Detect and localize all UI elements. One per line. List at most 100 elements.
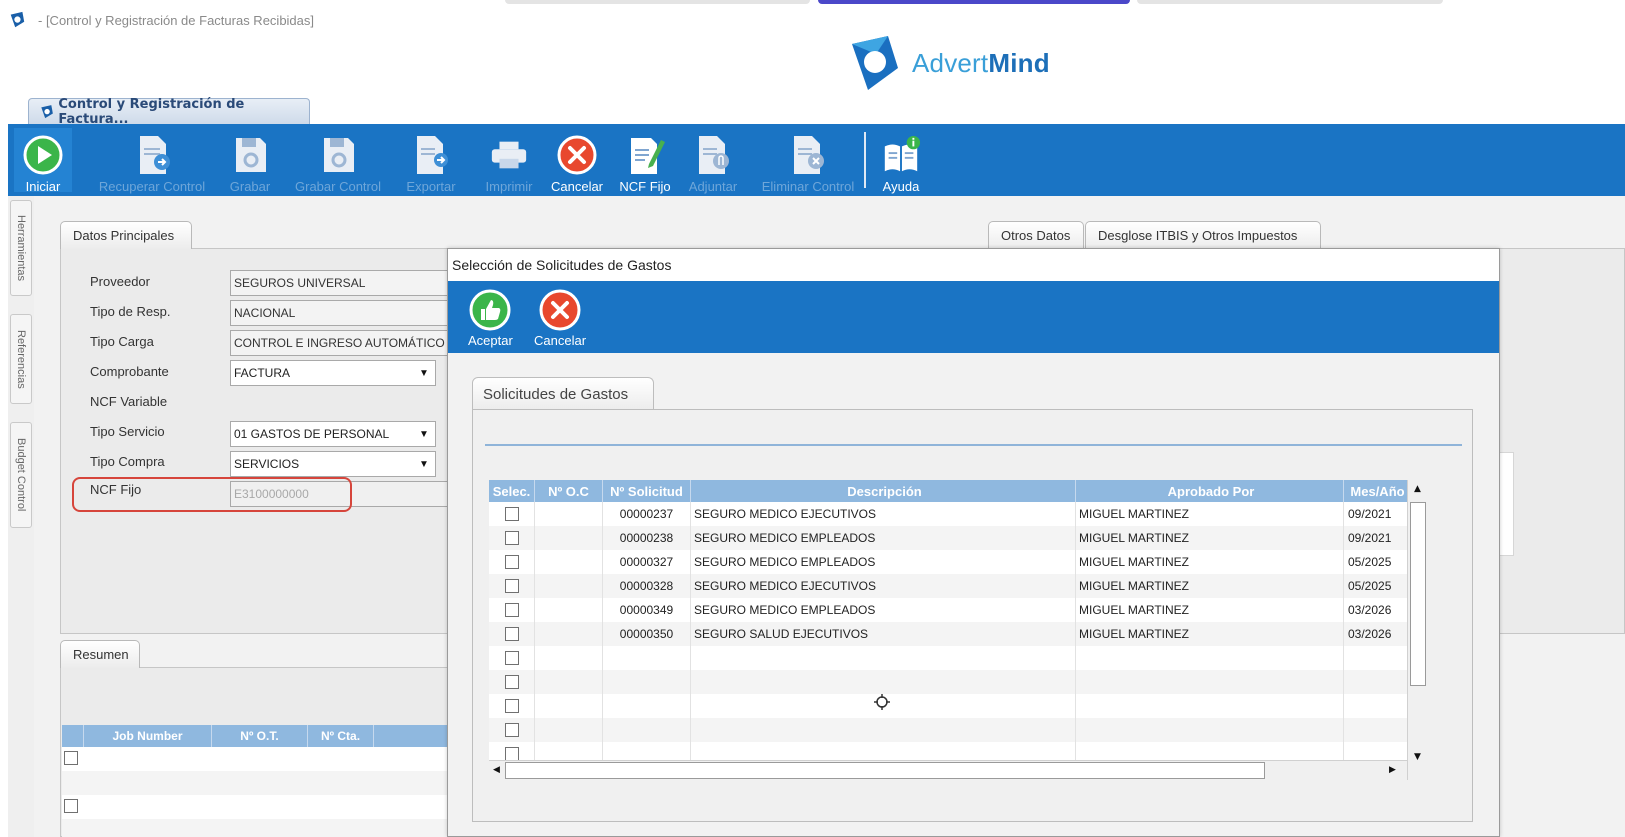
recuperar-control-button[interactable]: Recuperar Control — [92, 128, 212, 194]
browser-tab[interactable] — [1137, 0, 1443, 4]
grid-vertical-scrollbar[interactable]: ▲ ▼ — [1407, 480, 1429, 780]
dialog-title: Selección de Solicitudes de Gastos — [452, 257, 672, 273]
tab-datos-principales[interactable]: Datos Principales — [60, 221, 192, 249]
row-checkbox[interactable] — [504, 627, 519, 641]
chevron-down-icon: ▼ — [419, 367, 429, 379]
tab-desglose-itbis-label: Desglose ITBIS y Otros Impuestos — [1098, 228, 1298, 243]
table-row[interactable]: 00000349 SEGURO MEDICO EMPLEADOS MIGUEL … — [489, 598, 1429, 622]
row-checkbox[interactable] — [504, 531, 519, 545]
comprobante-select[interactable]: FACTURA ▼ — [230, 360, 436, 386]
row-checkbox[interactable] — [504, 699, 519, 713]
side-tab-referencias[interactable]: Referencias — [10, 314, 32, 404]
row-checkbox[interactable] — [64, 799, 78, 813]
scroll-left-icon[interactable]: ◀ — [493, 765, 500, 775]
table-row[interactable]: 00000350 SEGURO SALUD EJECUTIVOS MIGUEL … — [489, 622, 1429, 646]
exportar-button[interactable]: Exportar — [396, 128, 466, 194]
iniciar-label: Iniciar — [25, 179, 61, 194]
browser-tab[interactable] — [505, 0, 810, 4]
cell-solicitud: 00000328 — [603, 574, 691, 598]
row-checkbox[interactable] — [504, 579, 519, 593]
table-row[interactable]: 00000328 SEGURO MEDICO EJECUTIVOS MIGUEL… — [489, 574, 1429, 598]
cell-mes-ano: 03/2026 — [1344, 622, 1408, 646]
ayuda-label: Ayuda — [882, 179, 920, 194]
window-tab[interactable]: Control y Registración de Factura... — [28, 97, 310, 127]
tab-otros-datos[interactable]: Otros Datos — [988, 221, 1084, 249]
cell-oc — [535, 550, 603, 574]
comprobante-label: Comprobante — [90, 364, 169, 379]
cancelar-button[interactable]: Cancelar — [546, 128, 608, 194]
table-row-empty[interactable] — [489, 694, 1429, 718]
chevron-down-icon: ▼ — [419, 428, 429, 440]
ayuda-button[interactable]: Ayuda — [872, 128, 930, 194]
scroll-up-icon[interactable]: ▲ — [1414, 484, 1421, 494]
col-selec[interactable]: Selec. — [489, 480, 535, 502]
imprimir-button[interactable]: Imprimir — [476, 128, 542, 194]
col-descripcion[interactable]: Descripción — [691, 480, 1076, 502]
row-checkbox[interactable] — [504, 603, 519, 617]
tipo-carga-field[interactable]: CONTROL E INGRESO AUTOMÁTICO — [230, 330, 450, 356]
row-checkbox[interactable] — [504, 507, 519, 521]
tipo-compra-select[interactable]: SERVICIOS ▼ — [230, 451, 436, 477]
iniciar-button[interactable]: Iniciar — [14, 128, 72, 194]
dialog-cancelar-button[interactable]: Cancelar — [534, 289, 586, 348]
tab-resumen-label: Resumen — [73, 647, 129, 662]
delete-document-icon — [794, 136, 824, 174]
adjuntar-button[interactable]: Adjuntar — [680, 128, 746, 194]
proveedor-field[interactable]: SEGUROS UNIVERSAL — [230, 270, 450, 296]
col-no-oc[interactable]: Nº O.C — [535, 480, 603, 502]
aceptar-button[interactable]: Aceptar — [468, 289, 513, 348]
table-row-empty[interactable] — [489, 718, 1429, 742]
row-checkbox[interactable] — [64, 751, 78, 765]
tipo-servicio-select[interactable]: 01 GASTOS DE PERSONAL ▼ — [230, 421, 436, 447]
eliminar-control-button[interactable]: Eliminar Control — [756, 128, 860, 194]
browser-tab-active[interactable] — [818, 0, 1130, 4]
cell-aprobado-por: MIGUEL MARTINEZ — [1076, 526, 1344, 550]
tipo-resp-field[interactable]: NACIONAL — [230, 300, 450, 326]
row-checkbox[interactable] — [504, 651, 519, 665]
col-mes-ano[interactable]: Mes/Año — [1344, 480, 1408, 502]
col-aprobado-por[interactable]: Aprobado Por — [1076, 480, 1344, 502]
grabar-button[interactable]: Grabar — [222, 128, 278, 194]
edit-document-icon — [631, 138, 665, 174]
cell-oc — [535, 598, 603, 622]
cell-solicitud: 00000327 — [603, 550, 691, 574]
row-checkbox[interactable] — [504, 675, 519, 689]
scroll-thumb-horizontal[interactable] — [505, 762, 1265, 779]
tab-resumen[interactable]: Resumen — [60, 640, 140, 668]
row-checkbox[interactable] — [504, 723, 519, 737]
tab-desglose-itbis[interactable]: Desglose ITBIS y Otros Impuestos — [1085, 221, 1321, 249]
help-book-icon — [884, 135, 921, 172]
app-logo-icon — [41, 104, 53, 118]
table-row[interactable]: 00000238 SEGURO MEDICO EMPLEADOS MIGUEL … — [489, 526, 1429, 550]
solicitudes-grid: Selec. Nº O.C Nº Solicitud Descripción A… — [489, 480, 1429, 780]
col-no-solicitud[interactable]: Nº Solicitud — [603, 480, 691, 502]
side-tab-budget-control[interactable]: Budget Control — [10, 422, 32, 528]
grabar-control-button[interactable]: Grabar Control — [288, 128, 388, 194]
ncf-fijo-button[interactable]: NCF Fijo — [614, 128, 676, 194]
grid-header: Selec. Nº O.C Nº Solicitud Descripción A… — [489, 480, 1429, 502]
seleccion-solicitudes-dialog: Selección de Solicitudes de Gastos Acept… — [447, 248, 1500, 837]
tab-solicitudes-de-gastos[interactable]: Solicitudes de Gastos — [472, 377, 654, 410]
side-tab-herramientas[interactable]: Herramientas — [10, 200, 32, 296]
side-tab-budget-control-label: Budget Control — [15, 438, 27, 512]
table-row[interactable]: 00000327 SEGURO MEDICO EMPLEADOS MIGUEL … — [489, 550, 1429, 574]
tipo-carga-label: Tipo Carga — [90, 334, 154, 349]
brand-name-bold: Mind — [988, 47, 1050, 78]
cell-solicitud: 00000238 — [603, 526, 691, 550]
cell-mes-ano: 05/2025 — [1344, 550, 1408, 574]
table-row-empty[interactable] — [489, 670, 1429, 694]
table-row[interactable]: 00000237 SEGURO MEDICO EJECUTIVOS MIGUEL… — [489, 502, 1429, 526]
scroll-thumb-vertical[interactable] — [1410, 502, 1426, 686]
toolbar-separator — [864, 132, 866, 188]
row-checkbox[interactable] — [504, 555, 519, 569]
panel-divider — [485, 444, 1462, 446]
grid-horizontal-scrollbar[interactable]: ◀ ▶ — [489, 760, 1407, 780]
scroll-down-icon[interactable]: ▼ — [1414, 752, 1421, 762]
cell-oc — [535, 502, 603, 526]
scroll-right-icon[interactable]: ▶ — [1389, 765, 1396, 775]
table-row-empty[interactable] — [489, 646, 1429, 670]
row-checkbox[interactable] — [504, 747, 519, 761]
cell-solicitud: 00000237 — [603, 502, 691, 526]
resumen-table-body — [62, 747, 448, 837]
eliminar-control-label: Eliminar Control — [761, 179, 855, 194]
